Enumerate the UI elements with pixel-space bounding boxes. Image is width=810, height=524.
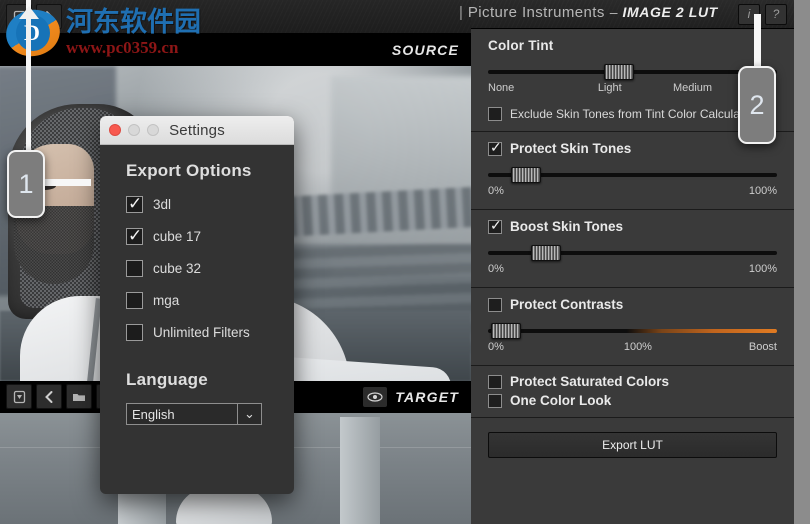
callout-2-arrow-line	[754, 14, 761, 68]
tick-min: 0%	[488, 341, 504, 353]
section-boost-skin-tones: Boost Skin Tones 0% 100%	[471, 210, 794, 288]
option-cube-32-label: cube 32	[153, 261, 202, 276]
app-title-bar: | Picture Instruments – IMAGE 2 LUT i ?	[459, 0, 794, 29]
protect-skin-tones-row[interactable]: Protect Skin Tones	[488, 139, 777, 156]
language-value: English	[132, 406, 175, 422]
watermark-texts: 河东软件园 www.pc0359.cn	[66, 8, 201, 58]
boost-skin-tones-row[interactable]: Boost Skin Tones	[488, 217, 777, 234]
tick-max: Boost	[748, 341, 777, 353]
tick-min: 0%	[488, 185, 504, 197]
option-cube-32-checkbox[interactable]	[126, 260, 143, 277]
export-area: Export LUT	[471, 418, 794, 472]
application-window: SOURCE TARGET | Picture Instruments – IM…	[0, 0, 810, 524]
chevron-down-icon[interactable]: ⌄	[237, 404, 261, 424]
watermark: D 河东软件园 www.pc0359.cn	[1, 4, 201, 62]
brand-dash: –	[609, 4, 618, 20]
product-name: IMAGE 2 LUT	[622, 4, 718, 20]
tick-mid: 100%	[623, 341, 652, 353]
option-unlimited-filters-checkbox[interactable]	[126, 324, 143, 341]
section-protect-contrasts: Protect Contrasts 0% 100% Boost	[471, 288, 794, 366]
option-3dl-checkbox[interactable]	[126, 193, 143, 215]
option-cube-17-label: cube 17	[153, 229, 202, 244]
export-lut-button[interactable]: Export LUT	[488, 432, 777, 458]
callout-1-arrow-line	[45, 179, 91, 186]
protect-saturated-colors-label: Protect Saturated Colors	[510, 374, 670, 389]
target-label: TARGET	[395, 389, 459, 405]
window-right-edge	[794, 0, 810, 524]
option-3dl[interactable]: 3dl	[126, 193, 294, 215]
source-label: SOURCE	[391, 42, 459, 58]
tick-medium: Medium	[672, 82, 713, 94]
export-options-heading: Export Options	[126, 161, 252, 180]
settings-body: Export Options 3dl cube 17 cube 32 mga U…	[100, 145, 294, 425]
brand-name: Picture Instruments	[467, 4, 605, 21]
option-cube-17-checkbox[interactable]	[126, 225, 143, 247]
tick-none: None	[488, 82, 515, 94]
one-color-look-checkbox[interactable]	[488, 393, 502, 408]
brand-pipe: |	[459, 4, 463, 21]
exclude-skin-tones-label: Exclude Skin Tones from Tint Color Calcu…	[510, 107, 760, 121]
boost-skin-tones-scale: 0% 100%	[488, 263, 777, 277]
protect-skin-tones-checkbox[interactable]	[488, 139, 502, 156]
language-select[interactable]: English ⌄	[126, 403, 262, 425]
boost-skin-tones-checkbox[interactable]	[488, 217, 502, 234]
settings-dialog: Settings Export Options 3dl cube 17 cube…	[100, 116, 294, 494]
slider-knob[interactable]	[603, 64, 634, 80]
protect-contrasts-checkbox[interactable]	[488, 297, 502, 312]
boost-skin-tones-label: Boost Skin Tones	[510, 219, 624, 234]
option-unlimited-filters-label: Unlimited Filters	[153, 325, 250, 340]
option-cube-32[interactable]: cube 32	[126, 260, 294, 277]
tick-max: 100%	[748, 263, 777, 275]
protect-saturated-colors-row[interactable]: Protect Saturated Colors	[488, 374, 777, 389]
option-mga[interactable]: mga	[126, 292, 294, 309]
color-tint-scale: None Light Medium	[488, 82, 777, 96]
protect-contrasts-label: Protect Contrasts	[510, 297, 624, 312]
folder-icon[interactable]	[66, 384, 92, 409]
protect-skin-tones-scale: 0% 100%	[488, 185, 777, 199]
watermark-logo-icon: D	[1, 4, 65, 62]
lut-icon[interactable]	[6, 384, 32, 409]
protect-skin-tones-slider[interactable]	[488, 166, 777, 184]
watermark-url: www.pc0359.cn	[66, 38, 179, 57]
settings-title: Settings	[169, 121, 225, 139]
protect-contrasts-row[interactable]: Protect Contrasts	[488, 297, 777, 312]
eye-icon[interactable]	[363, 387, 388, 407]
protect-contrasts-scale: 0% 100% Boost	[488, 341, 777, 355]
option-unlimited-filters[interactable]: Unlimited Filters	[126, 324, 294, 341]
option-cube-17[interactable]: cube 17	[126, 225, 294, 247]
protect-skin-tones-label: Protect Skin Tones	[510, 141, 632, 156]
slider-knob[interactable]	[511, 167, 542, 183]
back-chevron-icon[interactable]	[36, 384, 62, 409]
one-color-look-row[interactable]: One Color Look	[488, 393, 777, 408]
slider-track	[488, 329, 777, 333]
color-tint-slider[interactable]	[488, 63, 777, 81]
tick-max: 100%	[748, 185, 777, 197]
callout-badge-1: 1	[7, 150, 45, 218]
section-extra-options: Protect Saturated Colors One Color Look	[471, 366, 794, 418]
protect-saturated-colors-checkbox[interactable]	[488, 374, 502, 389]
protect-contrasts-slider[interactable]	[488, 322, 777, 340]
exclude-skin-tones-checkbox[interactable]	[488, 107, 502, 121]
help-button[interactable]: ?	[765, 3, 787, 25]
option-mga-checkbox[interactable]	[126, 292, 143, 309]
color-tint-title: Color Tint	[488, 38, 554, 53]
option-mga-label: mga	[153, 293, 180, 308]
boost-skin-tones-slider[interactable]	[488, 244, 777, 262]
option-3dl-label: 3dl	[153, 197, 172, 212]
language-heading: Language	[126, 370, 208, 389]
brand: | Picture Instruments – IMAGE 2 LUT	[459, 4, 718, 21]
tick-min: 0%	[488, 263, 504, 275]
exclude-skin-tones-row[interactable]: Exclude Skin Tones from Tint Color Calcu…	[488, 107, 777, 121]
slider-knob[interactable]	[490, 323, 521, 339]
callout-badge-2: 2	[738, 66, 776, 144]
settings-titlebar: Settings	[100, 116, 294, 145]
slider-knob[interactable]	[531, 245, 562, 261]
tick-light: Light	[597, 82, 622, 94]
one-color-look-label: One Color Look	[510, 393, 612, 408]
watermark-site-name: 河东软件园	[66, 7, 201, 38]
